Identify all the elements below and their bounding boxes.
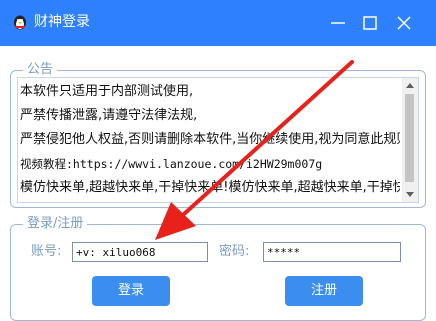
penguin-icon (14, 15, 26, 30)
notice-line-link: 视频教程:https://wwvi.lanzoue.com/i2HW29m007… (20, 157, 323, 171)
notice-line: 严禁传播泄露,请遵守法律法规, (20, 108, 198, 123)
notice-line: 本软件只适用于内部测试使用, (20, 84, 194, 99)
login-legend: 登录/注册 (23, 216, 88, 232)
register-button[interactable]: 注册 (285, 276, 363, 306)
login-group: 登录/注册 账号: +v: xiluo068 密码: ***** 登录 注册 (10, 216, 426, 321)
maximize-icon[interactable] (360, 13, 380, 33)
notice-group: 公告 本软件只适用于内部测试使用, 严禁传播泄露,请遵守法律法规, 严禁侵犯他人… (10, 62, 426, 208)
notice-text: 本软件只适用于内部测试使用, 严禁传播泄露,请遵守法律法规, 严禁侵犯他人权益,… (20, 80, 400, 200)
notice-legend: 公告 (23, 62, 58, 78)
password-field[interactable]: ***** (263, 242, 401, 262)
notice-textbox[interactable]: 本软件只适用于内部测试使用, 严禁传播泄露,请遵守法律法规, 严禁侵犯他人权益,… (17, 77, 419, 203)
password-label: 密码: (219, 244, 250, 259)
scroll-down-arrow-icon[interactable] (406, 192, 414, 197)
login-button[interactable]: 登录 (92, 276, 170, 306)
vertical-scrollbar[interactable] (402, 78, 418, 202)
minimize-icon[interactable] (328, 13, 348, 33)
login-window: 财神登录 公告 本软件只适用于内部测试使用, 严禁传播泄露,请遵守法律法规, 严… (0, 0, 436, 321)
notice-line: 严禁侵犯他人权益,否则请删除本软件,当你继续使用,视为同意此规则! (20, 132, 400, 147)
notice-line: 模仿快来单,超越快来单,干掉快来单!模仿快来单,超越快来单,干掉快来单! (20, 180, 400, 195)
account-field[interactable]: +v: xiluo068 (72, 242, 208, 262)
window-title: 财神登录 (34, 14, 90, 30)
account-label: 账号: (31, 244, 62, 259)
title-bar[interactable]: 财神登录 (0, 0, 436, 46)
scroll-up-arrow-icon[interactable] (406, 83, 414, 88)
scroll-thumb[interactable] (405, 94, 414, 182)
close-icon[interactable] (394, 13, 414, 33)
